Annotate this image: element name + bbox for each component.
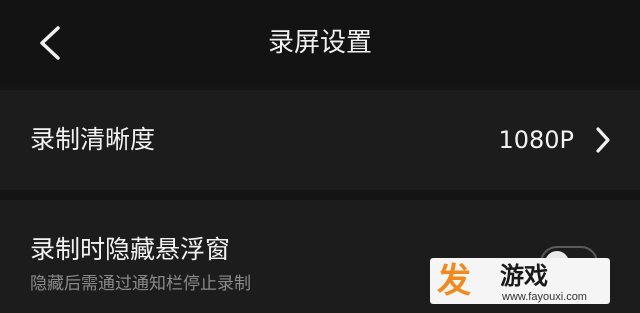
watermark-url: www.fayouxi.com	[502, 291, 587, 303]
hide-float-label: 录制时隐藏悬浮窗	[30, 235, 231, 264]
chevron-right-icon	[596, 127, 610, 153]
svg-text:发: 发	[437, 261, 471, 301]
watermark-brand: 游戏	[500, 262, 548, 290]
recording-resolution-row[interactable]: 录制清晰度 1080P	[0, 90, 640, 190]
resolution-label: 录制清晰度	[30, 125, 156, 154]
watermark-logo-icon: 发	[437, 261, 471, 301]
page-title: 录屏设置	[267, 28, 372, 58]
watermark: 发 游戏 www.fayouxi.com	[430, 258, 640, 313]
screen: 录屏设置 录制清晰度 1080P 录制时隐藏悬浮窗 隐藏后需通过通知栏停止录制 …	[0, 0, 640, 313]
header-bar: 录屏设置	[0, 0, 640, 84]
resolution-value: 1080P	[498, 126, 574, 154]
hide-float-description: 隐藏后需通过通知栏停止录制	[30, 274, 251, 294]
